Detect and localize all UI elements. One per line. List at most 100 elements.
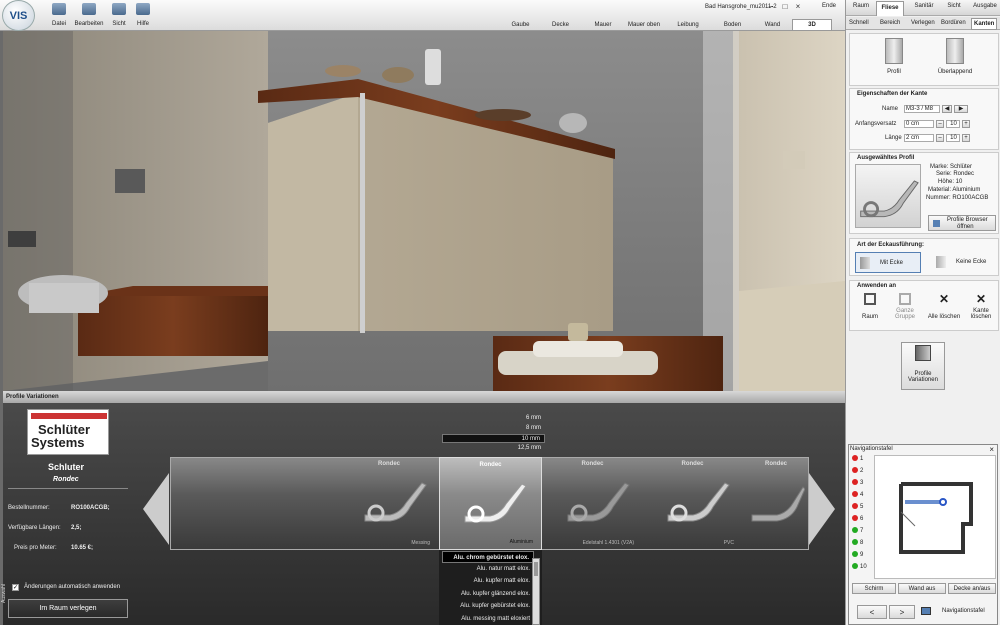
nav-level-row[interactable]: 6 [852,515,863,525]
prev-arrow-button[interactable] [143,473,169,545]
tab-ausgabe[interactable]: Ausgabe [971,3,999,9]
profile-card-edelstahl[interactable]: Rondec Edelstahl 1.4301 (V2A) [543,457,642,550]
section-title: Eigenschaften der Kante [857,91,928,97]
finish-item[interactable]: Alu. kupfer gebürstet elox. [442,600,534,612]
nav-level-row[interactable]: 10 [852,563,867,573]
anfang-minus-button[interactable]: – [936,120,944,128]
mit-ecke-button[interactable]: Mit Ecke [855,252,921,273]
tab-raum[interactable]: Raum [851,3,871,9]
subtab-schnell[interactable]: Schnell [849,20,869,26]
profile-variations-button[interactable]: Profile Variationen [901,342,945,390]
apply-ganze-gruppe-button[interactable]: Ganze Gruppe [890,293,920,329]
bestell-label: Bestellnummer: [8,505,50,511]
ueberlappend-button[interactable]: Überlappend [935,38,975,82]
menu-sicht[interactable]: Sicht [106,0,132,31]
finish-item[interactable]: Alu. messing matt eloxiert [442,613,534,625]
laenge-step-field[interactable]: 10 [946,134,960,142]
finish-scrollbar[interactable] [532,558,540,625]
name-field[interactable]: M3-3 / M8 [904,105,940,113]
place-in-room-button[interactable]: Im Raum verlegen [8,599,128,618]
close-window-button[interactable]: × [792,2,804,11]
profile-card-pvc[interactable]: Rondec PVC [643,457,742,550]
nav-level-row[interactable]: 8 [852,539,863,549]
auto-apply-checkbox[interactable]: ✓ [12,584,19,591]
main-tabs: Raum Fliese Sanitär Sicht Ausgabe [846,0,1000,16]
apply-raum-button[interactable]: Raum [855,293,885,329]
anfang-plus-button[interactable]: + [962,120,970,128]
keine-ecke-label: Keine Ecke [956,259,987,265]
subtab-kanten[interactable]: Kanten [971,18,998,30]
app-logo[interactable]: VIS [2,0,35,31]
menu-datei[interactable]: Datei [44,0,74,31]
nav-prev-button[interactable]: < [857,605,887,619]
profile-browser-button[interactable]: Profile Browser öffnen [928,215,996,231]
nav-level-row[interactable]: 9 [852,551,863,561]
loeschen-label: löschen [970,314,992,320]
schirm-button[interactable]: Schirm [852,583,896,594]
exit-button[interactable]: Ende [822,3,836,9]
name-next-button[interactable]: ▶ [954,105,968,113]
nav-level-row[interactable]: 3 [852,479,863,489]
nav-close-icon[interactable]: × [989,445,994,454]
finish-item[interactable]: Alu. natur matt elox. [442,563,534,575]
nav-next-button[interactable]: > [889,605,915,619]
detail-serie: Serie: Rondec [936,171,975,177]
finish-item[interactable]: Alu. kupfer glänzend elox. [442,588,534,600]
menu-bearbeiten[interactable]: Bearbeiten [74,0,104,31]
finish-item[interactable]: Alu. kupfer matt elox. [442,575,534,587]
subtab-borduren[interactable]: Bordüren [941,20,966,26]
decke-an-aus-button[interactable]: Decke an/aus [948,583,996,594]
size-10mm-selected[interactable]: 10 mm [442,434,545,443]
view-tab-3d[interactable]: 3D [792,19,832,31]
laenge-minus-button[interactable]: – [936,134,944,142]
section-title: Art der Eckausführung: [857,242,925,248]
nav-level-row[interactable]: 5 [852,503,863,513]
floorplan-view[interactable] [874,455,996,579]
profile-card-messing[interactable]: Rondec Messing [340,457,438,550]
nav-level-label: 1 [860,456,864,462]
anfang-field[interactable]: 0 cm [904,120,934,128]
subtab-verlegen[interactable]: Verlegen [911,20,935,26]
nav-level-row[interactable]: 4 [852,491,863,501]
next-arrow-button[interactable] [809,473,835,545]
nav-level-row[interactable]: 1 [852,455,863,465]
view-tab-mauer-oben[interactable]: Mauer oben [626,20,662,31]
wand-aus-button[interactable]: Wand aus [898,583,946,594]
kante-loeschen-button[interactable]: ✕ Kante löschen [966,293,996,329]
view-tab-decke[interactable]: Decke [548,20,573,31]
view-tab-wand[interactable]: Wand [760,20,785,31]
size-8mm[interactable]: 8 mm [442,424,545,433]
folder-icon [52,3,66,15]
view-tab-gaube[interactable]: Gaube [508,20,533,31]
scrollbar-thumb[interactable] [534,562,538,576]
finish-item-selected[interactable]: Alu. chrom gebürstet elox. [442,551,534,563]
nav-level-label: 9 [860,552,864,558]
level-red-icon [852,503,858,510]
side-tab-auswahl[interactable]: Auswahl [1,573,11,603]
nav-level-row[interactable]: 7 [852,527,863,537]
alle-loeschen-button[interactable]: ✕ Alle löschen [926,293,962,329]
view-tab-mauer[interactable]: Mauer [590,20,616,31]
view-tab-leibung[interactable]: Leibung [675,20,701,31]
profile-card-aluminium-selected[interactable]: Rondec Aluminium [439,457,542,550]
view-tab-boden[interactable]: Boden [720,20,745,31]
maximize-button[interactable]: □ [779,2,791,11]
tab-fliese[interactable]: Fliese [876,1,904,16]
size-6mm[interactable]: 6 mm [442,414,545,423]
profil-button[interactable]: Profil [880,38,908,82]
minimize-button[interactable]: – [765,2,777,11]
3d-viewport[interactable] [3,31,845,391]
subtab-bereich[interactable]: Bereich [880,20,900,26]
menu-hilfe[interactable]: Hilfe [132,0,154,31]
name-prev-button[interactable]: ◀ [942,105,952,113]
tab-sicht[interactable]: Sicht [946,3,962,9]
size-12-5mm[interactable]: 12,5 mm [442,444,545,453]
profile-card-extra[interactable]: Rondec [743,457,809,550]
anfang-step-field[interactable]: 10 [946,120,960,128]
nav-level-row[interactable]: 2 [852,467,863,477]
corner-type-section: Art der Eckausführung: Mit Ecke Keine Ec… [849,238,999,276]
laenge-field[interactable]: 2 cm [904,134,934,142]
tab-sanitaer[interactable]: Sanitär [912,3,936,9]
laenge-plus-button[interactable]: + [962,134,970,142]
keine-ecke-button[interactable]: Keine Ecke [932,252,998,273]
